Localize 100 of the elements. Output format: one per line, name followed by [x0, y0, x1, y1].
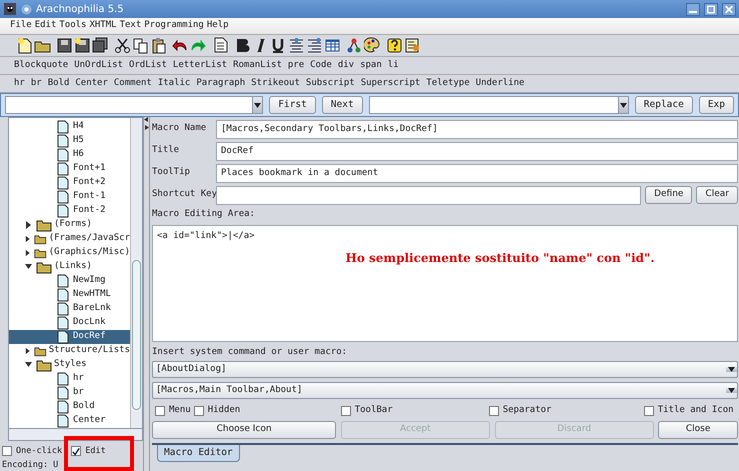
tree-item[interactable]: H5 [9, 134, 130, 148]
expanded-arrow-icon[interactable] [25, 361, 33, 369]
split-arrows-icon[interactable] [144, 117, 149, 131]
checkbox[interactable] [340, 406, 351, 416]
tree-item[interactable]: BareLnk [9, 302, 130, 316]
collapsed-arrow-icon[interactable] [25, 249, 32, 257]
collapsed-arrow-icon[interactable] [25, 235, 32, 243]
menu-item[interactable]: Text [120, 19, 144, 33]
macro-editor-area[interactable]: <a id="link">|</a> Ho semplicemente sostituito "name" con "id". [152, 224, 738, 342]
toolbar-link[interactable]: span [360, 58, 382, 72]
save-icon[interactable] [56, 37, 73, 54]
paste-icon[interactable] [150, 37, 167, 54]
expanded-arrow-icon[interactable] [25, 263, 33, 271]
tree-item[interactable]: DocLnk [9, 316, 130, 330]
cut-icon[interactable] [114, 37, 131, 54]
checkbox[interactable] [155, 406, 165, 416]
text-field[interactable]: DocRef [216, 142, 738, 161]
tree-item[interactable]: br [9, 386, 130, 400]
search-button[interactable]: Next [322, 96, 363, 114]
toolbar-link[interactable]: RomanList [233, 58, 282, 72]
menu-item[interactable]: File [10, 19, 35, 33]
checkbox[interactable] [71, 446, 82, 456]
help-icon[interactable] [386, 37, 403, 54]
minimize-button[interactable] [686, 2, 700, 16]
dropdown[interactable]: [AboutDialog] [152, 361, 738, 378]
tree-item[interactable]: Font-2 [9, 204, 130, 218]
new-file-icon[interactable] [16, 37, 33, 54]
save-all-icon[interactable] [92, 37, 109, 54]
tree-item[interactable]: Font+1 [9, 162, 130, 176]
search-field[interactable] [5, 96, 264, 114]
dialog-button[interactable]: Choose Icon [152, 420, 336, 438]
toolbar-link[interactable]: pre [288, 58, 304, 72]
toolbar-link[interactable]: div [338, 58, 354, 72]
toolbar-link[interactable]: Code [310, 58, 332, 72]
vertical-scrollbar[interactable] [130, 118, 142, 428]
menu-item[interactable]: XHTML [89, 19, 120, 33]
close-button[interactable] [722, 2, 736, 16]
tree-item[interactable]: H6 [9, 148, 130, 162]
tree-item[interactable]: Styles [9, 358, 130, 372]
toolbar-link[interactable]: Center [75, 76, 108, 90]
search-button[interactable]: First [269, 96, 316, 114]
shortcut-button[interactable]: Clear [696, 186, 738, 204]
toolbar-link[interactable]: OrdList [128, 58, 167, 72]
tree-item[interactable]: NewImg [9, 274, 130, 288]
toolbar-link[interactable]: Superscript [360, 76, 420, 90]
tab[interactable]: Macro Editor [157, 444, 240, 462]
maximize-button[interactable] [704, 2, 718, 16]
toolbar-link[interactable]: Subscript [306, 76, 355, 90]
document-icon[interactable] [212, 37, 229, 54]
shortcut-button[interactable]: Define [645, 186, 692, 204]
replace-button[interactable]: Exp [698, 96, 734, 114]
tree-item[interactable]: Font+2 [9, 176, 130, 190]
table-icon[interactable] [324, 37, 341, 54]
dropdown[interactable]: [Macros,Main Toolbar,About] [152, 382, 738, 400]
tree-item[interactable]: Font-1 [9, 190, 130, 204]
tree-item[interactable]: DocRef [9, 330, 130, 344]
align-right-icon[interactable] [306, 37, 323, 54]
toolbar-link[interactable]: Underline [476, 76, 524, 90]
tree-item[interactable]: (Links) [9, 260, 130, 274]
shortcut-field[interactable] [216, 186, 642, 205]
tree-item[interactable]: NewHTML [9, 288, 130, 302]
replace-button[interactable]: Replace [634, 96, 693, 114]
toolbar-link[interactable]: Blockquote [14, 58, 68, 72]
text-field[interactable]: Places bookmark in a document [216, 164, 738, 183]
collapsed-arrow-icon[interactable] [25, 347, 32, 355]
replace-field[interactable] [368, 96, 629, 114]
checkbox[interactable] [488, 406, 499, 416]
menu-item[interactable]: Tools [59, 19, 90, 33]
menu-item[interactable]: Edit [34, 19, 60, 33]
toolbar-link[interactable]: LetterList [172, 58, 228, 72]
dialog-button[interactable]: Close [658, 420, 738, 438]
toolbar-link[interactable]: Strikeout [251, 76, 300, 90]
align-center-icon[interactable] [288, 37, 305, 54]
toolbar-link[interactable]: Bold [48, 76, 70, 90]
toolbar-link[interactable]: Paragraph [196, 76, 246, 90]
checkbox[interactable] [194, 406, 204, 416]
toolbar-link[interactable]: br [30, 76, 42, 90]
menu-item[interactable]: Help [206, 19, 232, 33]
toolbar-link[interactable]: Comment [114, 76, 152, 90]
toolbar-link[interactable]: li [388, 58, 399, 72]
text-field[interactable]: [Macros,Secondary Toolbars,Links,DocRef] [216, 120, 738, 139]
copy-icon[interactable] [132, 37, 149, 54]
checkbox[interactable] [2, 446, 12, 456]
save-icon[interactable] [74, 37, 91, 54]
checkbox[interactable] [644, 406, 654, 416]
tree-item[interactable]: (Graphics/Misc) [9, 246, 130, 260]
tree-item[interactable]: hr [9, 372, 130, 386]
tree-item[interactable]: (Frames/JavaScr [9, 232, 130, 246]
bold-icon[interactable] [234, 37, 251, 54]
toolbar-link[interactable]: UnOrdList [74, 58, 123, 72]
tree-item[interactable]: (Forms) [9, 218, 130, 232]
collapsed-arrow-icon[interactable] [25, 221, 33, 229]
palette-icon[interactable] [364, 37, 381, 54]
tree-item[interactable]: Bold [9, 400, 130, 414]
toolbar-link[interactable]: Teletype [426, 76, 470, 90]
tree-item[interactable]: Center [9, 414, 130, 428]
tree-icon[interactable] [346, 37, 363, 54]
window-menu-icon[interactable] [21, 4, 32, 14]
tree-item[interactable]: Structure/Lists [9, 344, 130, 358]
undo-icon[interactable] [172, 37, 189, 54]
